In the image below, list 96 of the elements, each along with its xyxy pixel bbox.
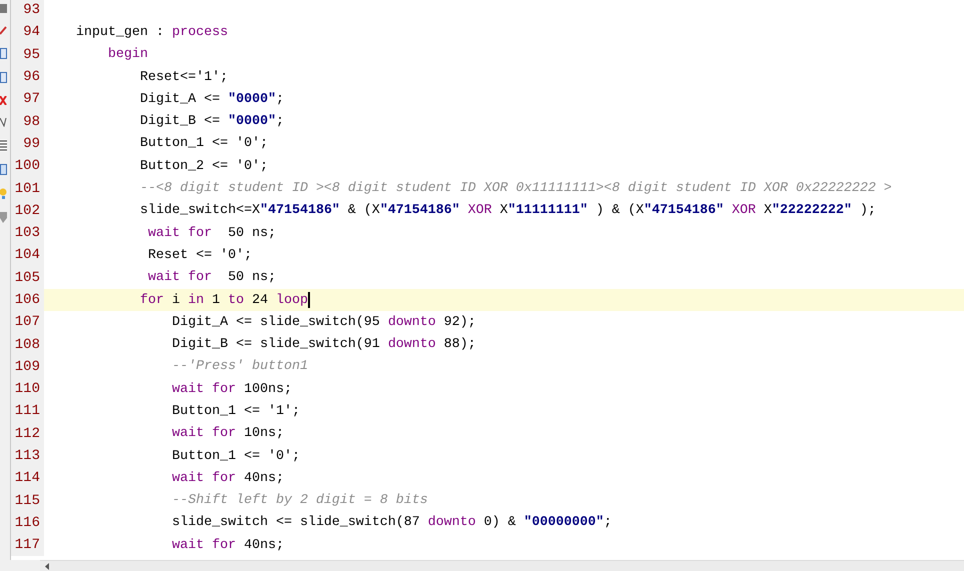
code-text: 24 [250, 292, 269, 308]
line-number: 113 [11, 444, 44, 468]
code-text: Reset <= '0'; [146, 248, 252, 263]
code-text: 50 ns; [226, 270, 276, 286]
keyword-text: begin [106, 47, 148, 62]
line-number: 106 [11, 288, 44, 312]
document-icon[interactable] [0, 48, 7, 59]
bulb-icon[interactable] [0, 188, 7, 199]
code-text: 50 ns; [226, 226, 276, 241]
line-number: 97 [11, 88, 44, 110]
line-number: 96 [11, 66, 44, 88]
scroll-left-icon[interactable] [45, 562, 49, 570]
line-number: 105 [11, 266, 44, 289]
keyword-text: wait for [170, 426, 236, 442]
code-text: X [762, 203, 772, 218]
line-number: 94 [11, 21, 44, 44]
code-text: 1 [210, 292, 221, 308]
line-number: 104 [11, 244, 44, 267]
line-number: 103 [11, 222, 44, 244]
code-text: & (X [346, 203, 380, 218]
code-text: slide_switch<=X [138, 203, 260, 218]
code-text: 40ns; [242, 470, 284, 486]
keyword-text: wait for [170, 538, 236, 553]
list-icon[interactable] [0, 140, 7, 151]
keyword-text: downto [428, 515, 476, 530]
code-comment: --<8 digit student ID ><8 digit student ID XOR 0x11111111><8 digit student ID XOR 0x22222222 > [138, 181, 892, 196]
keyword-text: wait for [146, 270, 212, 286]
line-number: 112 [11, 422, 44, 445]
code-text: Digit_A <= [138, 92, 221, 107]
code-text: ) & (X [594, 203, 644, 218]
code-text: 100ns; [242, 382, 292, 397]
window-icon[interactable] [0, 164, 7, 175]
keyword-text: process [172, 24, 228, 40]
code-text: 88); [442, 337, 476, 352]
code-text: Digit_B <= [138, 114, 221, 130]
code-text: 10ns; [242, 426, 284, 442]
keyword-text: downto [388, 314, 436, 330]
line-number: 107 [11, 311, 44, 334]
code-text: input_gen : [74, 24, 165, 40]
string-literal: "47154186" [644, 203, 724, 218]
code-text: ; [604, 515, 612, 530]
code-text: 92); [442, 314, 476, 330]
code-text: X [498, 203, 508, 218]
string-literal: "11111111" [508, 203, 588, 218]
string-literal: "00000000" [524, 515, 604, 530]
code-text: ); [858, 203, 876, 218]
keyword-text: XOR [730, 203, 756, 218]
keyword-text: XOR [466, 203, 492, 218]
code-text: 0) & [482, 515, 517, 530]
code-text: Button_1 <= '0'; [138, 136, 268, 152]
line-number: 100 [11, 155, 44, 178]
keyword-text: wait for [170, 470, 236, 486]
string-literal: "0000" [228, 92, 276, 107]
code-text: Button_1 <= '0'; [170, 448, 300, 464]
line-number: 108 [11, 333, 44, 356]
code-text: 40ns; [242, 538, 284, 553]
line-number: 117 [11, 534, 44, 556]
line-number: 98 [11, 110, 44, 133]
document-icon[interactable] [0, 72, 7, 83]
shield-icon[interactable] [0, 212, 7, 223]
line-number: 101 [11, 177, 44, 200]
keyword-text: wait for [170, 382, 236, 397]
string-literal: "0000" [228, 114, 276, 130]
string-literal: "22222222" [772, 203, 852, 218]
code-text: Button_1 <= '1'; [170, 404, 300, 419]
line-number: 102 [11, 200, 44, 222]
code-text: ; [276, 114, 284, 130]
code-text: Digit_A <= slide_switch(95 [170, 314, 381, 330]
string-literal: "47154186" [260, 203, 340, 218]
line-number: 93 [11, 0, 44, 22]
line-number: 99 [11, 132, 44, 156]
keyword-text: downto [388, 337, 436, 352]
code-text: Reset<='1'; [138, 70, 228, 85]
line-number: 115 [11, 490, 44, 512]
code-text: slide_switch <= slide_switch(87 [170, 515, 421, 530]
code-text: ; [276, 92, 284, 107]
code-comment: --'Press' button1 [170, 359, 308, 374]
horizontal-scrollbar[interactable] [40, 560, 964, 571]
code-comment: --Shift left by 2 digit = 8 bits [170, 493, 428, 508]
code-text: i [170, 292, 181, 308]
line-number: 114 [11, 467, 44, 490]
line-number: 110 [11, 378, 44, 400]
keyword-text: loop [276, 292, 308, 308]
close-icon[interactable] [0, 96, 7, 105]
code-text: Button_2 <= '0'; [138, 158, 268, 174]
line-number: 109 [11, 356, 44, 378]
string-literal: "47154186" [380, 203, 460, 218]
text-cursor [308, 292, 310, 308]
keyword-text: in [188, 292, 204, 308]
keyword-text: for [138, 292, 164, 308]
code-text: Digit_B <= slide_switch(91 [170, 337, 381, 352]
keyword-text: wait for [146, 226, 212, 241]
line-number: 95 [11, 44, 44, 66]
keyword-text: to [228, 292, 244, 308]
line-number: 116 [11, 512, 44, 534]
line-number: 111 [11, 400, 44, 423]
